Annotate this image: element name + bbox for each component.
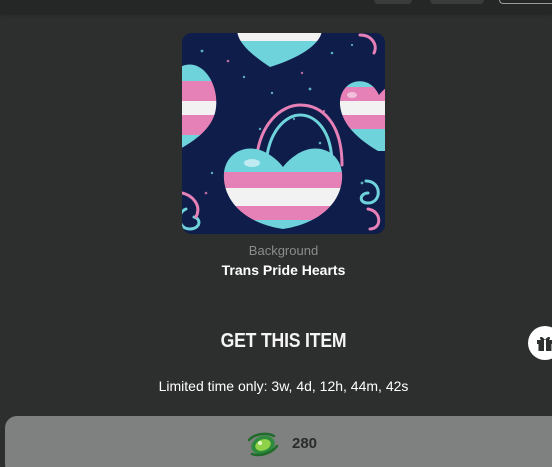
top-bar bbox=[0, 0, 552, 14]
header-button[interactable] bbox=[499, 0, 552, 4]
section-heading: GET THIS ITEM bbox=[220, 330, 347, 352]
gift-button[interactable] bbox=[528, 326, 552, 360]
item-title: Trans Pride Hearts bbox=[221, 262, 346, 278]
header-button[interactable] bbox=[374, 0, 412, 4]
orb-currency-icon bbox=[247, 432, 279, 457]
limited-time-countdown: Limited time only: 3w, 4d, 12h, 44m, 42s bbox=[158, 378, 409, 394]
item-preview-image bbox=[182, 33, 385, 234]
item-type-label: Background bbox=[248, 243, 319, 258]
gift-icon bbox=[537, 336, 552, 351]
header-button[interactable] bbox=[430, 0, 484, 4]
price-label: 280 bbox=[292, 435, 318, 452]
